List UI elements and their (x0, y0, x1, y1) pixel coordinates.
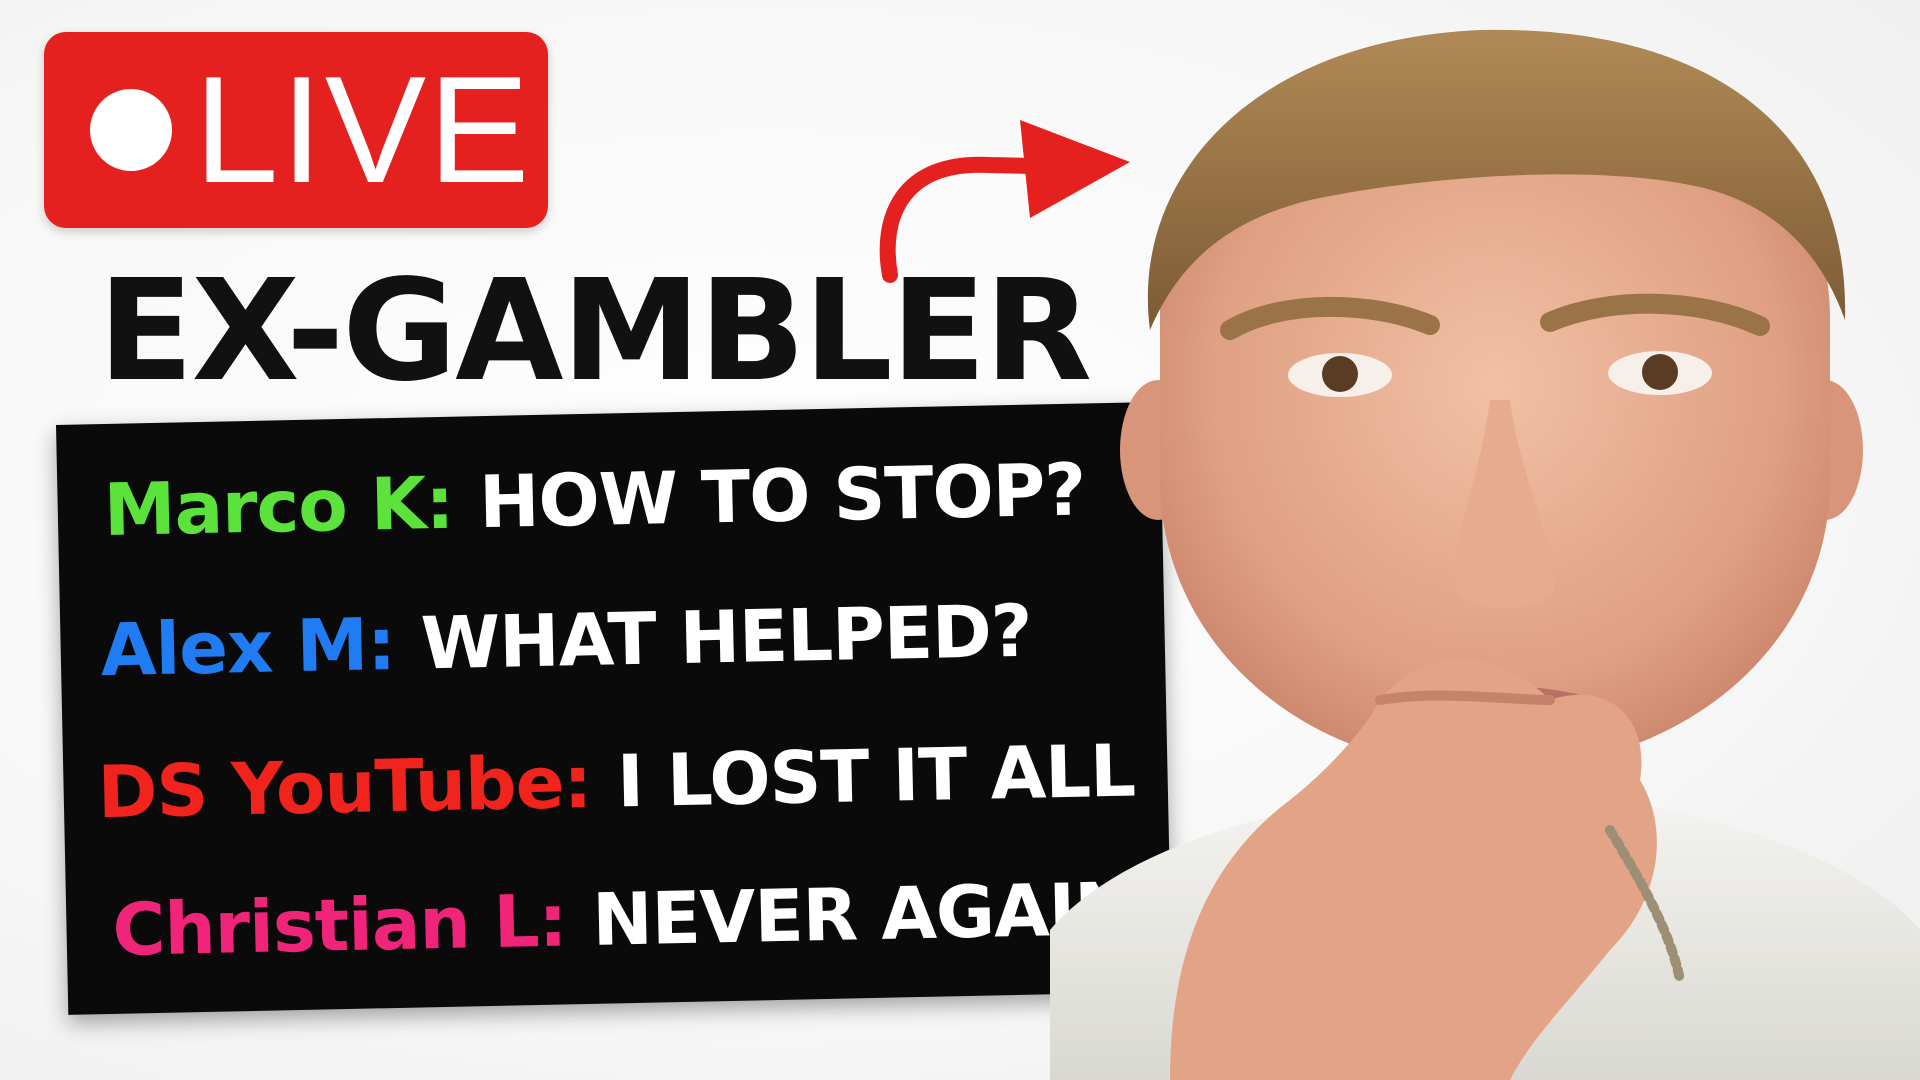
live-badge: LIVE (44, 32, 548, 228)
chat-message-text: HOW TO STOP? (478, 447, 1087, 545)
chat-message-row: DS YouTube: I LOST IT ALL (97, 728, 1136, 834)
person-portrait-image (1050, 29, 1920, 1080)
live-dot-icon (90, 89, 172, 171)
chat-box: Marco K: HOW TO STOP? Alex M: WHAT HELPED?… (56, 401, 1173, 1015)
chat-message-row: Marco K: HOW TO STOP? (103, 447, 1086, 552)
chat-username: Christian L: (111, 878, 568, 972)
chat-message-row: Christian L: NEVER AGAIN (112, 867, 1135, 972)
chat-message-text: WHAT HELPED? (419, 588, 1033, 686)
chat-username: Alex M: (99, 601, 396, 693)
live-label: LIVE (194, 45, 532, 215)
chat-username: Marco K: (102, 460, 455, 553)
chat-message-row: Alex M: WHAT HELPED? (100, 589, 1033, 692)
chat-username: DS YouTube: (96, 739, 593, 835)
headline-title: EX-GAMBLER (98, 250, 1092, 413)
